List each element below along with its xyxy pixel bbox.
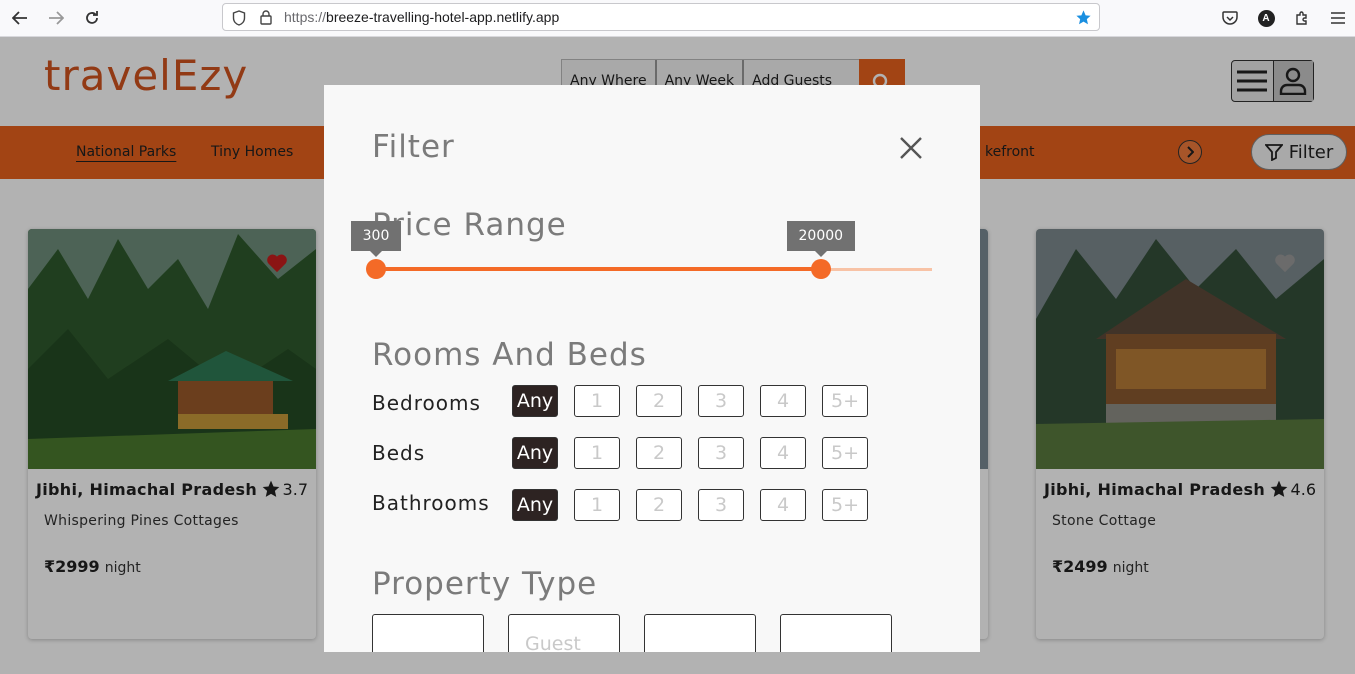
option-bedrooms-3[interactable]: 3 (698, 385, 744, 417)
option-beds-any[interactable]: Any (512, 437, 558, 469)
option-bathrooms-3[interactable]: 3 (698, 489, 744, 521)
reload-icon (86, 11, 98, 24)
bookmark-star-icon[interactable] (1075, 9, 1092, 26)
lock-icon (260, 10, 272, 25)
back-button[interactable] (8, 7, 32, 29)
property-type-label: Guest (525, 633, 581, 652)
property-type-option[interactable] (780, 614, 892, 652)
option-bathrooms-5[interactable]: 5+ (822, 489, 868, 521)
price-max-handle[interactable] (810, 259, 831, 279)
option-bathrooms-4[interactable]: 4 (760, 489, 806, 521)
beds-label: Beds (372, 441, 426, 465)
property-type-title: Property Type (372, 566, 598, 602)
option-bedrooms-any[interactable]: Any (512, 385, 558, 417)
option-beds-1[interactable]: 1 (574, 437, 620, 469)
app-menu-button[interactable] (1328, 8, 1348, 28)
bedrooms-label: Bedrooms (372, 391, 481, 415)
price-slider-fill (376, 267, 821, 271)
option-bathrooms-1[interactable]: 1 (574, 489, 620, 521)
back-arrow-icon (12, 11, 27, 25)
url-text: https://breeze-travelling-hotel-app.netl… (284, 9, 559, 25)
price-min-tooltip: 300 (351, 221, 401, 257)
shield-icon (232, 10, 246, 26)
reload-button[interactable] (80, 7, 104, 29)
option-bedrooms-4[interactable]: 4 (760, 385, 806, 417)
option-beds-4[interactable]: 4 (760, 437, 806, 469)
account-button[interactable]: A (1256, 8, 1276, 28)
hamburger-icon (1331, 12, 1345, 24)
option-beds-3[interactable]: 3 (698, 437, 744, 469)
property-type-option[interactable]: Guest (508, 614, 620, 652)
option-bedrooms-1[interactable]: 1 (574, 385, 620, 417)
puzzle-icon (1296, 11, 1307, 25)
close-icon[interactable] (898, 135, 924, 161)
property-type-option[interactable] (644, 614, 756, 652)
price-min-handle[interactable] (366, 259, 386, 279)
price-max-tooltip: 20000 (786, 221, 855, 257)
option-beds-5[interactable]: 5+ (822, 437, 868, 469)
option-bedrooms-5[interactable]: 5+ (822, 385, 868, 417)
option-bathrooms-any[interactable]: Any (512, 489, 558, 521)
pocket-icon (1222, 10, 1238, 25)
browser-toolbar: https://breeze-travelling-hotel-app.netl… (0, 0, 1355, 37)
forward-button[interactable] (44, 7, 68, 29)
price-range-title: Price Range (372, 207, 567, 243)
option-bedrooms-2[interactable]: 2 (636, 385, 682, 417)
url-protocol: https:// (284, 9, 327, 25)
account-avatar: A (1257, 9, 1275, 27)
url-host: breeze-travelling-hotel-app.netlify.app (326, 9, 560, 25)
bathrooms-label: Bathrooms (372, 491, 490, 515)
address-bar[interactable]: https://breeze-travelling-hotel-app.netl… (222, 3, 1100, 31)
forward-arrow-icon (49, 11, 64, 25)
rooms-and-beds-title: Rooms And Beds (372, 337, 647, 373)
option-bathrooms-2[interactable]: 2 (636, 489, 682, 521)
extensions-button[interactable] (1292, 8, 1312, 28)
option-beds-2[interactable]: 2 (636, 437, 682, 469)
pocket-button[interactable] (1220, 8, 1240, 28)
filter-modal: Filter Price Range 300 20000 Rooms And B… (324, 85, 980, 652)
filter-modal-title: Filter (372, 129, 455, 165)
property-type-option[interactable] (372, 614, 484, 652)
